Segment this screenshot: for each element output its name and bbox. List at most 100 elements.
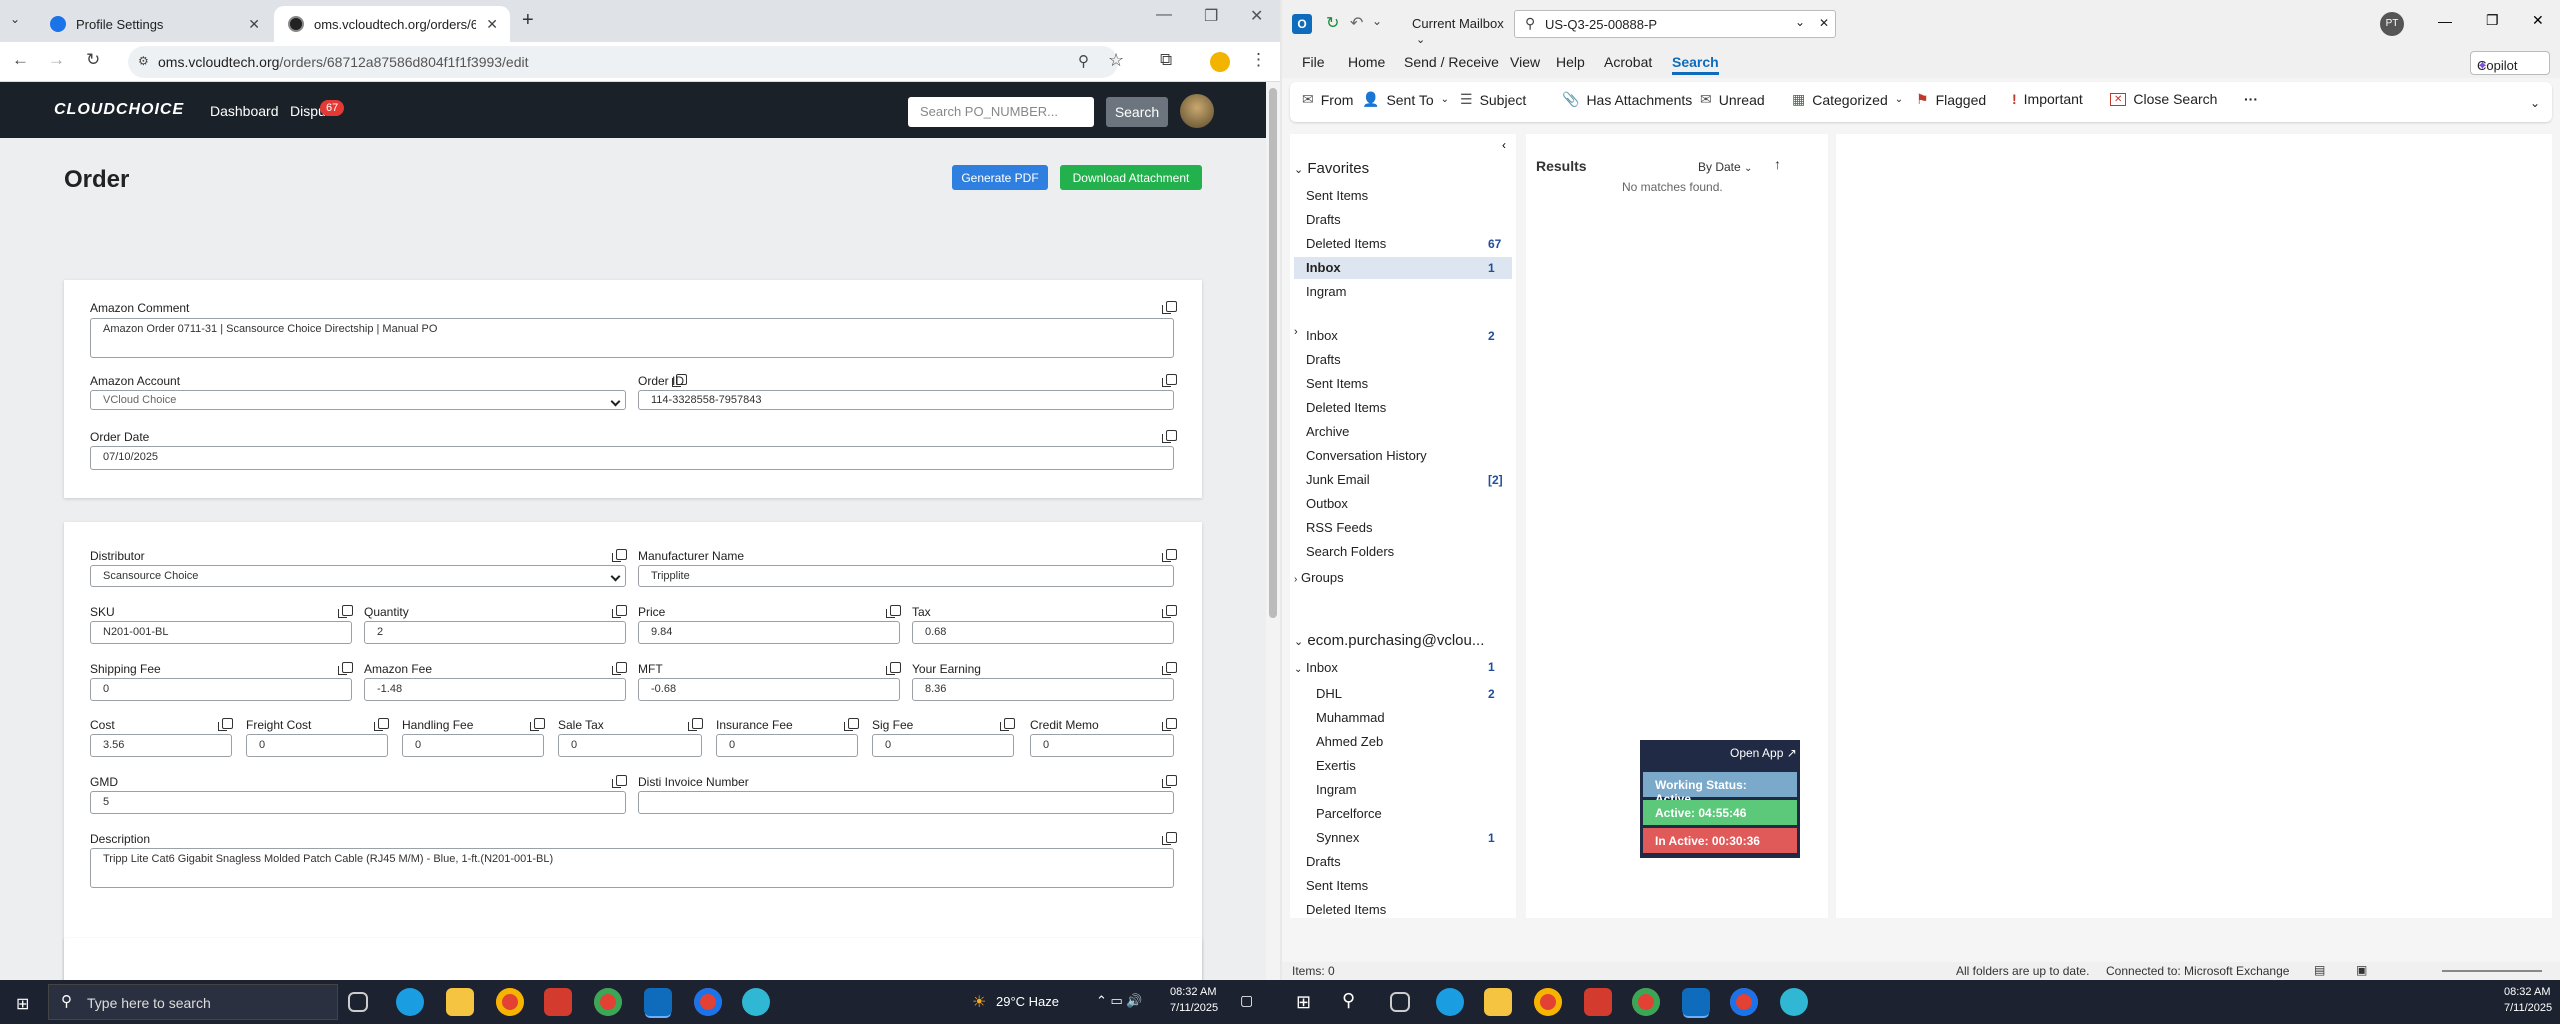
copy-icon[interactable]	[1162, 718, 1177, 731]
clock-date-left[interactable]: 7/11/2025	[1170, 1002, 1218, 1014]
quantity-field[interactable]: 2	[364, 621, 626, 644]
mft-field[interactable]: -0.68	[638, 678, 900, 701]
copy-icon[interactable]	[1162, 775, 1177, 788]
sort-by-date-button[interactable]: By Date ⌄	[1698, 160, 1752, 174]
more-menu-icon[interactable]: ⋮	[1250, 50, 1267, 70]
account2-header[interactable]: ⌄ ecom.purchasing@vclou...	[1294, 632, 1484, 649]
chevron-right-icon[interactable]: ›	[1294, 326, 1298, 338]
copy-icon[interactable]	[218, 718, 233, 731]
sort-direction-icon[interactable]: ↑	[1774, 156, 1781, 172]
tab-order-edit[interactable]: oms.vcloudtech.org/orders/687 ✕	[274, 6, 510, 42]
account2-subfolder-item[interactable]: Exertis	[1294, 755, 1512, 777]
search-icon[interactable]: ⚲	[1342, 990, 1355, 1011]
outlook-taskbar-icon[interactable]	[1682, 988, 1710, 1016]
mailbox-folder-item[interactable]: Sent Items	[1294, 373, 1512, 395]
description-field[interactable]: Tripp Lite Cat6 Gigabit Snagless Molded …	[90, 848, 1174, 888]
reload-icon[interactable]: ↻	[86, 50, 100, 70]
outlook-taskbar-icon[interactable]	[644, 988, 672, 1016]
minimize-icon[interactable]: —	[2438, 13, 2452, 29]
tab-profile-settings[interactable]: Profile Settings ✕	[36, 6, 272, 42]
gmd-field[interactable]: 5	[90, 791, 626, 814]
copy-icon[interactable]	[612, 549, 627, 562]
mail-search-input[interactable]: ⚲ US-Q3-25-00888-P ⌄ ✕	[1514, 10, 1836, 38]
account2-folder-item[interactable]: Deleted Items	[1294, 899, 1512, 918]
taskbar-search-box[interactable]: ⚲ Type here to search	[48, 984, 338, 1020]
copilot-button[interactable]: ✦ Copilot	[2470, 51, 2550, 75]
clock-time-left[interactable]: 08:32 AM	[1170, 986, 1216, 998]
app-icon[interactable]	[742, 988, 770, 1016]
menu-send-receive[interactable]: Send / Receive	[1404, 54, 1499, 70]
restore-icon[interactable]: ❐	[1204, 6, 1218, 26]
mailbox-folder-item[interactable]: Drafts	[1294, 349, 1512, 371]
filter-attachments-button[interactable]: 📎 Has Attachments	[1562, 91, 1692, 108]
minimize-icon[interactable]: —	[1156, 6, 1172, 24]
task-view-icon[interactable]	[348, 992, 368, 1012]
menu-search[interactable]: Search	[1672, 54, 1719, 75]
tax-field[interactable]: 0.68	[912, 621, 1174, 644]
task-view-icon[interactable]	[1390, 992, 1410, 1012]
clock-time-right[interactable]: 08:32 AM	[2504, 986, 2550, 998]
account2-subfolder-item[interactable]: Ingram	[1294, 779, 1512, 801]
copy-icon[interactable]	[338, 605, 353, 618]
favorites-header[interactable]: ⌄ Favorites	[1294, 160, 1369, 177]
po-search-input[interactable]: Search PO_NUMBER...	[908, 97, 1094, 127]
amazon-fee-field[interactable]: -1.48	[364, 678, 626, 701]
close-tab-icon[interactable]: ✕	[486, 16, 498, 33]
copy-icon[interactable]	[688, 718, 703, 731]
zoom-icon[interactable]: ⚲	[1078, 52, 1089, 70]
zoom-app-icon[interactable]	[1584, 988, 1612, 1016]
clock-date-right[interactable]: 7/11/2025	[2504, 1002, 2552, 1014]
sku-field[interactable]: N201-001-BL	[90, 621, 352, 644]
chrome-icon[interactable]	[1730, 988, 1758, 1016]
disti-invoice-field[interactable]	[638, 791, 1174, 814]
edge-icon[interactable]	[396, 988, 424, 1016]
distributor-select[interactable]: Scansource Choice	[90, 565, 626, 587]
copy-icon[interactable]	[1162, 301, 1177, 314]
mailbox-folder-item[interactable]: Outbox	[1294, 493, 1512, 515]
new-tab-icon[interactable]: +	[522, 9, 534, 32]
mailbox-folder-item[interactable]: Archive	[1294, 421, 1512, 443]
shipping-fee-field[interactable]: 0	[90, 678, 352, 701]
site-info-icon[interactable]: ⚙	[138, 54, 149, 68]
sig-fee-field[interactable]: 0	[872, 734, 1014, 757]
amazon-account-select[interactable]: VCloud Choice	[90, 390, 626, 410]
restore-icon[interactable]: ❐	[2486, 12, 2499, 29]
filter-flagged-button[interactable]: ⚑ Flagged	[1916, 91, 1986, 108]
back-icon[interactable]: ←	[12, 50, 29, 70]
menu-home[interactable]: Home	[1348, 54, 1385, 70]
credit-memo-field[interactable]: 0	[1030, 734, 1174, 757]
insurance-fee-field[interactable]: 0	[716, 734, 858, 757]
price-field[interactable]: 9.84	[638, 621, 900, 644]
search-options-icon[interactable]: ⌄	[1795, 15, 1805, 29]
copy-icon[interactable]	[1162, 549, 1177, 562]
ribbon-collapse-icon[interactable]: ⌄	[2530, 96, 2540, 110]
weather-icon[interactable]: ☀	[972, 992, 986, 1012]
handling-fee-field[interactable]: 0	[402, 734, 544, 757]
amazon-comment-field[interactable]: Amazon Order 0711-31 | Scansource Choice…	[90, 318, 1174, 358]
po-search-button[interactable]: Search	[1106, 97, 1168, 127]
account2-folder-item[interactable]: Sent Items	[1294, 875, 1512, 897]
copy-icon[interactable]	[338, 662, 353, 675]
start-icon[interactable]: ⊞	[1296, 992, 1311, 1013]
mailbox-folder-item[interactable]: Junk Email [2]	[1294, 469, 1512, 491]
menu-acrobat[interactable]: Acrobat	[1604, 54, 1652, 70]
account2-subfolder-item[interactable]: Synnex 1	[1294, 827, 1512, 849]
filter-important-button[interactable]: ! Important	[2012, 91, 2083, 107]
mailbox-folder-item[interactable]: RSS Feeds	[1294, 517, 1512, 539]
user-avatar[interactable]	[1180, 94, 1214, 128]
chrome-icon[interactable]	[594, 988, 622, 1016]
copy-icon[interactable]	[1162, 605, 1177, 618]
extensions-icon[interactable]: ⧉	[1160, 50, 1172, 70]
cost-field[interactable]: 3.56	[90, 734, 232, 757]
filter-from-button[interactable]: ✉ From	[1302, 91, 1353, 108]
filter-subject-button[interactable]: ☰ Subject	[1460, 91, 1526, 108]
file-explorer-icon[interactable]	[446, 988, 474, 1016]
favorite-folder-item[interactable]: Deleted Items 67	[1294, 233, 1512, 255]
filter-categorized-button[interactable]: ▦ Categorized ⌄	[1792, 91, 1903, 108]
account2-subfolder-item[interactable]: Parcelforce	[1294, 803, 1512, 825]
download-attachment-button[interactable]: Download Attachment	[1060, 165, 1202, 190]
app-icon[interactable]	[1780, 988, 1808, 1016]
account2-subfolder-item[interactable]: Ahmed Zeb	[1294, 731, 1512, 753]
filter-unread-button[interactable]: ✉ Unread	[1700, 91, 1765, 108]
generate-pdf-button[interactable]: Generate PDF	[952, 165, 1048, 190]
